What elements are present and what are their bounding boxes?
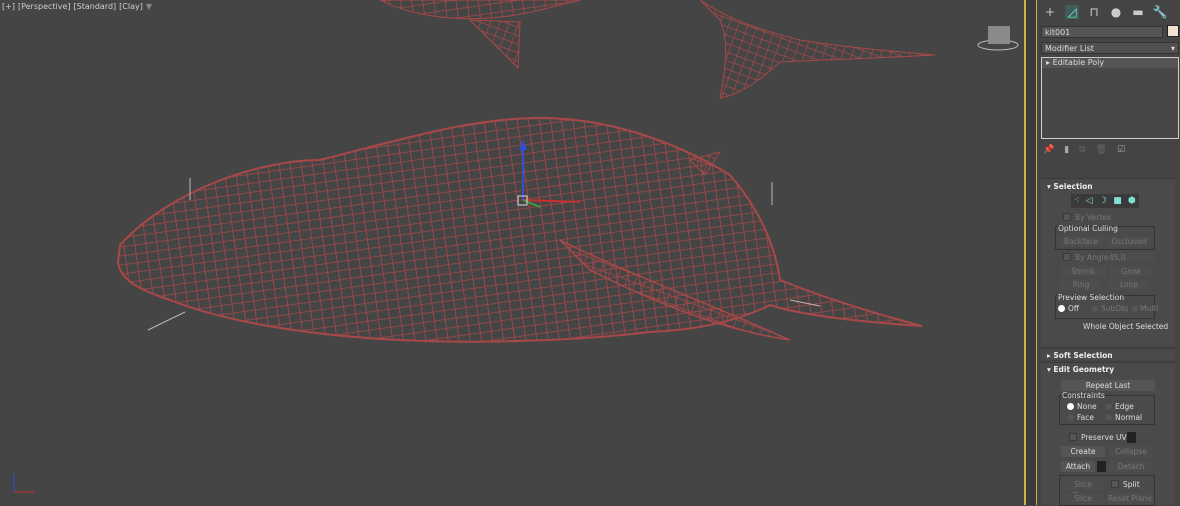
preview-multi-label: Multi: [1140, 304, 1159, 313]
soft-selection-title: Soft Selection: [1053, 351, 1113, 360]
soft-selection-rollout-header[interactable]: ▸ Soft Selection: [1047, 351, 1113, 360]
motion-icon[interactable]: ●: [1109, 5, 1123, 19]
constraint-edge-radio[interactable]: [1105, 403, 1112, 410]
border-icon[interactable]: ☽: [1099, 196, 1107, 206]
edit-geometry-rollout-header[interactable]: ▾ Edit Geometry: [1047, 365, 1114, 374]
polygon-icon[interactable]: ■: [1113, 196, 1122, 206]
modify-icon[interactable]: ◿: [1065, 5, 1079, 19]
constraint-normal-radio[interactable]: [1105, 414, 1112, 421]
viewport-menu-shading-standard[interactable]: [Standard]: [74, 2, 117, 11]
funnel-icon[interactable]: ▼: [146, 2, 152, 11]
edge-icon[interactable]: ◁: [1086, 196, 1093, 206]
by-angle-spinner[interactable]: 45,0: [1109, 253, 1155, 262]
occluded-button[interactable]: Occluded: [1107, 236, 1151, 247]
stack-item-label: Editable Poly: [1052, 58, 1105, 67]
pin-stack-icon[interactable]: 📌: [1043, 145, 1054, 155]
by-angle-checkbox[interactable]: [1063, 253, 1071, 261]
constraint-face-label: Face: [1077, 413, 1094, 422]
slice-button[interactable]: Slice: [1063, 493, 1103, 504]
selection-rollout-header[interactable]: ▾ Selection: [1047, 182, 1093, 191]
preview-selection-label: Preview Selection: [1058, 293, 1125, 302]
grow-button[interactable]: Grow: [1109, 266, 1153, 277]
viewport-menu-shading-clay[interactable]: [Clay]: [119, 2, 143, 11]
show-end-result-icon[interactable]: ▮: [1064, 145, 1069, 155]
selection-title: Selection: [1053, 182, 1093, 191]
detach-button[interactable]: Detach: [1109, 461, 1153, 472]
reset-plane-button[interactable]: Reset Plane: [1107, 493, 1153, 504]
subobject-level-toolbar: ⁖ ◁ ☽ ■ ⬢: [1071, 194, 1139, 208]
optional-culling-label: Optional Culling: [1058, 224, 1118, 233]
attach-button[interactable]: Attach: [1061, 461, 1095, 472]
preserve-uvs-label: Preserve UVs: [1081, 433, 1131, 442]
panel-splitter[interactable]: [1026, 0, 1036, 505]
repeat-last-button[interactable]: Repeat Last: [1061, 380, 1155, 391]
by-vertex-checkbox[interactable]: [1063, 213, 1071, 221]
constraint-normal-label: Normal: [1115, 413, 1143, 422]
shrink-button[interactable]: Shrink: [1061, 266, 1105, 277]
viewport-label: [+] [Perspective] [Standard] [Clay] ▼: [2, 2, 152, 11]
command-panel-tabs: + ◿ ⊓ ● ▬ 🔧: [1037, 0, 1180, 24]
soft-selection-rollout: ▸ Soft Selection: [1041, 348, 1175, 360]
world-axis-tripod: [13, 474, 34, 493]
modifier-list-label: Modifier List: [1045, 44, 1094, 53]
preview-subobj-radio[interactable]: [1091, 305, 1098, 312]
create-icon[interactable]: +: [1043, 5, 1057, 19]
constraint-edge-label: Edge: [1115, 402, 1134, 411]
stack-item-editable-poly[interactable]: ▸ Editable Poly: [1042, 58, 1178, 68]
preserve-uvs-checkbox[interactable]: [1069, 433, 1077, 441]
modifier-list-dropdown[interactable]: Modifier List ▾: [1041, 42, 1179, 54]
configure-modifier-sets-icon[interactable]: ☑: [1117, 145, 1125, 155]
split-checkbox[interactable]: [1111, 480, 1119, 488]
element-icon[interactable]: ⬢: [1128, 196, 1136, 206]
object-color-swatch[interactable]: [1167, 25, 1179, 37]
whale-top-mesh[interactable]: [379, 0, 936, 99]
command-panel: + ◿ ⊓ ● ▬ 🔧 kit001 Modifier List ▾ ▸ Edit…: [1036, 0, 1180, 506]
preview-off-radio[interactable]: [1058, 305, 1065, 312]
viewcube-icon[interactable]: [977, 26, 1019, 51]
selection-rollout: ▾ Selection ⁖ ◁ ☽ ■ ⬢ By Vertex Optional Cul…: [1041, 178, 1175, 346]
edit-geometry-rollout: ▾ Edit Geometry Repeat Last Constraints …: [1041, 362, 1175, 506]
stack-toolbar: 📌 ▮ ⧉ 🗑 ☑: [1043, 145, 1125, 155]
by-vertex-label: By Vertex: [1075, 213, 1112, 222]
object-name-input[interactable]: kit001: [1041, 26, 1163, 38]
viewport-menu-plus[interactable]: [+]: [2, 2, 15, 11]
attach-list-icon[interactable]: [1097, 461, 1106, 472]
selection-status: Whole Object Selected: [1083, 322, 1169, 331]
slice-plane-button[interactable]: Slice Plane: [1063, 479, 1103, 500]
viewport-perspective[interactable]: [+] [Perspective] [Standard] [Clay] ▼: [0, 0, 1024, 505]
preview-multi-radio[interactable]: [1131, 305, 1138, 312]
create-button[interactable]: Create: [1061, 446, 1105, 457]
split-label: Split: [1123, 480, 1140, 489]
utilities-icon[interactable]: 🔧: [1153, 5, 1168, 19]
collapse-button[interactable]: Collapse: [1109, 446, 1153, 457]
constraint-face-radio[interactable]: [1067, 414, 1074, 421]
loop-button[interactable]: Loop: [1109, 279, 1149, 290]
constraint-none-radio[interactable]: [1067, 403, 1074, 410]
preview-off-label: Off: [1068, 304, 1080, 313]
ring-button[interactable]: Ring: [1061, 279, 1101, 290]
viewport-menu-pov[interactable]: [Perspective]: [18, 2, 71, 11]
vertex-icon[interactable]: ⁖: [1074, 196, 1079, 206]
edit-geometry-title: Edit Geometry: [1053, 365, 1115, 374]
by-angle-label: By Angle:: [1075, 253, 1111, 262]
scene-wireframe: [13, 0, 1019, 493]
backface-button[interactable]: Backface: [1059, 236, 1103, 247]
remove-modifier-icon[interactable]: 🗑: [1096, 145, 1107, 155]
constraints-label: Constraints: [1062, 391, 1105, 400]
display-icon[interactable]: ▬: [1131, 5, 1145, 19]
constraint-none-label: None: [1077, 402, 1097, 411]
make-unique-icon[interactable]: ⧉: [1079, 145, 1085, 155]
hierarchy-icon[interactable]: ⊓: [1087, 5, 1101, 19]
preserve-uvs-settings-icon[interactable]: [1127, 432, 1136, 443]
chevron-down-icon: ▾: [1170, 44, 1175, 53]
preview-subobj-label: SubObj: [1101, 304, 1129, 313]
modifier-stack: ▸ Editable Poly: [1041, 57, 1179, 139]
whale-main-mesh[interactable]: [116, 116, 923, 343]
